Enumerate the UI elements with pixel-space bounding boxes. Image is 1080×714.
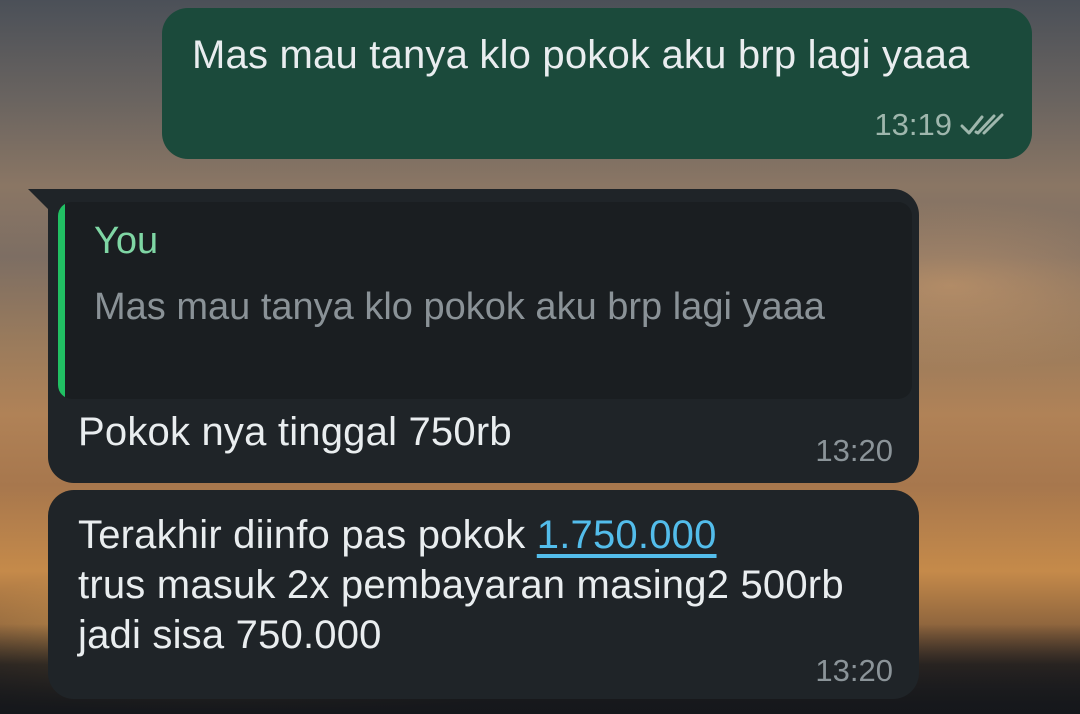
message-meta: 13:20	[815, 653, 893, 689]
incoming-message[interactable]: Terakhir diinfo pas pokok 1.750.000 trus…	[48, 490, 919, 699]
message-text: Pokok nya tinggal 750rb	[78, 410, 512, 454]
quote-text: Mas mau tanya klo pokok aku brp lagi yaa…	[94, 286, 825, 328]
message-meta: 13:20	[815, 433, 893, 469]
incoming-reply-message[interactable]: You Mas mau tanya klo pokok aku brp lagi…	[48, 189, 919, 483]
quoted-message[interactable]: You Mas mau tanya klo pokok aku brp lagi…	[58, 202, 912, 399]
message-time: 13:20	[815, 653, 893, 688]
message-time: 13:20	[815, 433, 893, 468]
message-time: 13:19	[874, 107, 952, 142]
message-text: Terakhir diinfo pas pokok 1.750.000 trus…	[78, 510, 878, 660]
quote-author: You	[94, 220, 159, 262]
bubble-tail	[28, 189, 50, 211]
message-text: Mas mau tanya klo pokok aku brp lagi yaa…	[192, 33, 970, 77]
message-text-part: Terakhir diinfo pas pokok	[78, 513, 537, 557]
double-check-icon	[960, 112, 1006, 138]
message-text-part: trus masuk 2x pembayaran masing2 500rb j…	[78, 563, 856, 657]
message-meta: 13:19	[874, 107, 1006, 143]
quote-accent-bar	[58, 202, 65, 399]
phone-number-link[interactable]: 1.750.000	[537, 513, 717, 557]
outgoing-message[interactable]: Mas mau tanya klo pokok aku brp lagi yaa…	[162, 8, 1032, 159]
